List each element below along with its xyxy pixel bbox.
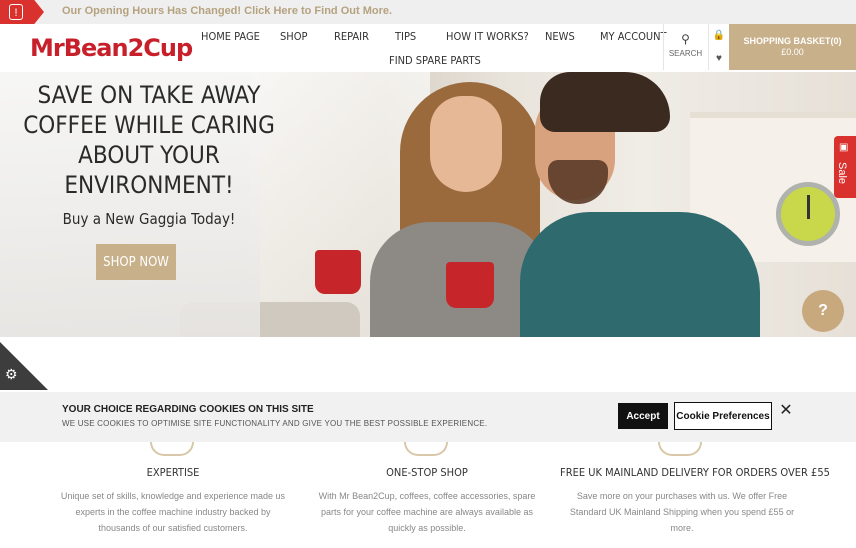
delivery-icon [658, 442, 702, 456]
feature-title: FREE UK MAINLAND DELIVERY FOR ORDERS OVE… [560, 466, 830, 479]
search-label: SEARCH [668, 49, 703, 58]
feature-title: ONE-STOP SHOP [386, 466, 468, 479]
search-icon: ⚲ [681, 32, 690, 46]
announcement-flag: ! [0, 0, 44, 24]
feature-title: EXPERTISE [146, 466, 200, 479]
cookie-title: YOUR CHOICE REGARDING COOKIES ON THIS SI… [62, 404, 314, 415]
cookie-preferences-button[interactable]: Cookie Preferences [674, 402, 772, 430]
site-logo[interactable]: MrBean2Cup [30, 34, 193, 62]
basket-label: SHOPPING BASKET(0) [743, 36, 842, 46]
hero-woman-face [430, 96, 502, 192]
gift-icon: ▣ [839, 142, 849, 153]
accept-cookies-button[interactable]: Accept [618, 403, 668, 429]
nav-how-it-works[interactable]: HOW IT WORKS? [446, 30, 529, 43]
gear-icon: ⚙ [5, 366, 18, 382]
settings-corner[interactable]: ⚙ [0, 342, 48, 390]
shop-now-button[interactable]: SHOP NOW [96, 244, 176, 280]
feature-body: With Mr Bean2Cup, coffees, coffee access… [318, 491, 536, 533]
search-button[interactable]: ⚲ SEARCH [663, 24, 707, 70]
feature-body: Save more on your purchases with us. We … [569, 491, 795, 533]
lock-icon[interactable]: 🔒 [709, 24, 729, 47]
feature-body: Unique set of skills, knowledge and expe… [60, 491, 286, 533]
hero-man-body [520, 212, 760, 337]
bell-icon: ! [9, 4, 23, 20]
announcement-bar[interactable]: ! Our Opening Hours Has Changed! Click H… [0, 0, 856, 24]
hero-man-hair [540, 72, 670, 132]
nav-my-account[interactable]: MY ACCOUNT [600, 30, 667, 43]
page: ! Our Opening Hours Has Changed! Click H… [0, 0, 856, 548]
hero-title: SAVE ON TAKE AWAY COFFEE WHILE CARING AB… [23, 81, 275, 199]
hero-man-beard [548, 160, 608, 204]
hero-red-cup [446, 262, 494, 308]
heart-icon[interactable]: ♥ [709, 47, 729, 70]
announcement-text[interactable]: Our Opening Hours Has Changed! Click Her… [62, 5, 392, 17]
account-icons: 🔒 ♥ [708, 24, 729, 70]
one-stop-shop-icon [404, 442, 448, 456]
nav-find-spare-parts[interactable]: FIND SPARE PARTS [389, 54, 481, 67]
hero-subtitle: Buy a New Gaggia Today! [62, 210, 236, 228]
expertise-icon [150, 442, 194, 456]
nav-home-page[interactable]: HOME PAGE [201, 30, 260, 43]
hero-red-cup [315, 250, 361, 294]
cookie-banner: YOUR CHOICE REGARDING COOKIES ON THIS SI… [0, 392, 856, 442]
sale-tab[interactable]: ▣ Sale [834, 136, 856, 198]
basket-total: £0.00 [781, 47, 804, 57]
nav-repair[interactable]: REPAIR [334, 30, 369, 43]
hero-clock [776, 182, 840, 246]
sale-tab-label: Sale [836, 162, 848, 185]
help-button[interactable]: ? [802, 290, 844, 332]
cookie-description: WE USE COOKIES TO OPTIMISE SITE FUNCTION… [62, 419, 488, 428]
nav-tips[interactable]: TIPS [395, 30, 416, 43]
nav-news[interactable]: NEWS [545, 30, 575, 43]
nav-shop[interactable]: SHOP [280, 30, 307, 43]
close-icon[interactable]: ✕ [778, 400, 794, 420]
shopping-basket-button[interactable]: SHOPPING BASKET(0) £0.00 [729, 24, 856, 70]
